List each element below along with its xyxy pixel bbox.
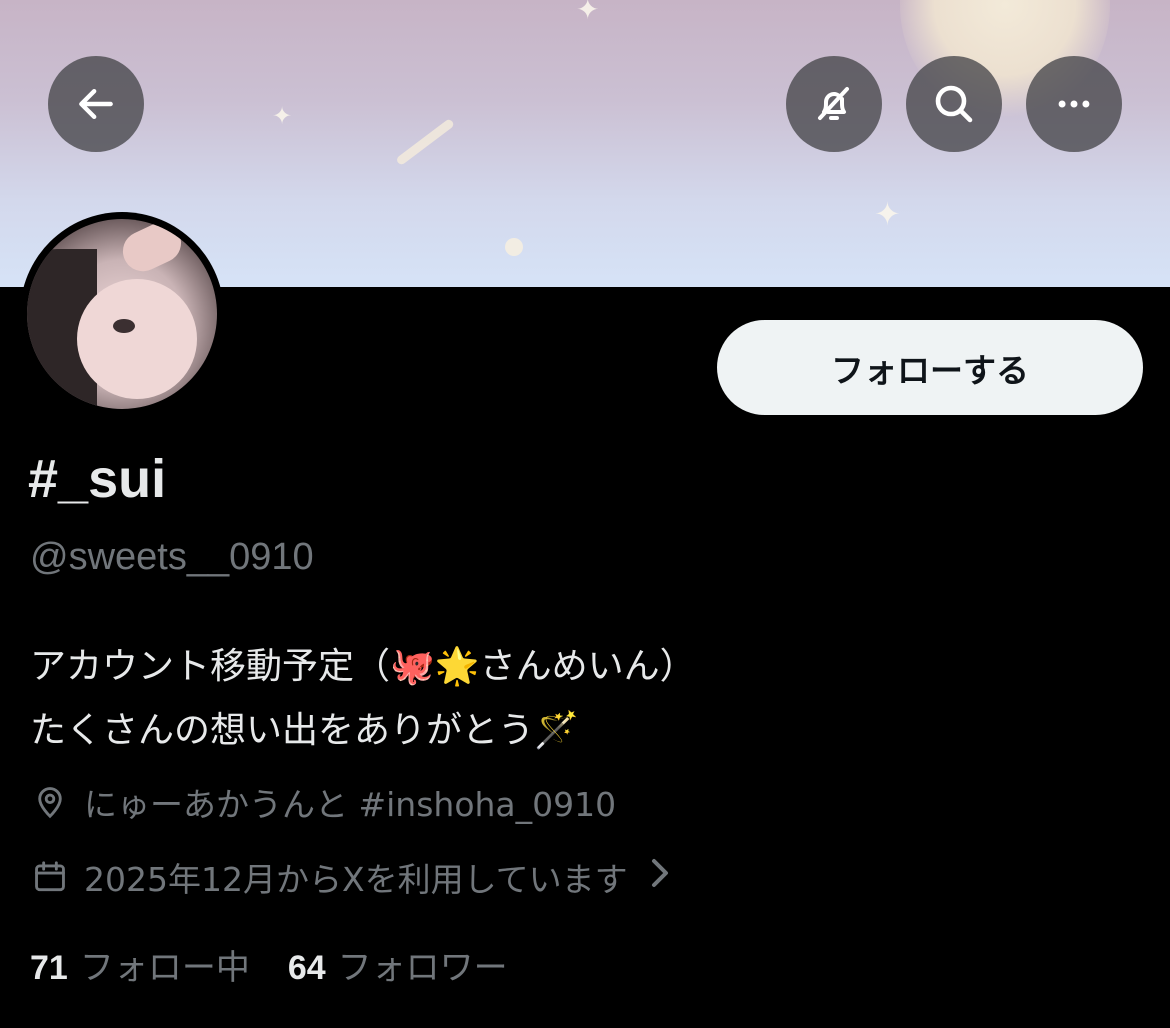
- more-horizontal-icon: [1058, 100, 1090, 108]
- joined-date-text: 2025年12月からXを利用しています: [84, 860, 628, 899]
- location-text[interactable]: にゅーあかうんと #inshoha_0910: [84, 778, 616, 826]
- bio-line: たくさんの想い出をありがとう🪄: [30, 710, 579, 751]
- back-button[interactable]: [48, 56, 144, 152]
- notifications-off-button[interactable]: [786, 56, 882, 152]
- banner-shooting-star: [395, 117, 456, 167]
- avatar-hand: [116, 219, 188, 278]
- avatar-face: [77, 279, 197, 399]
- following-count: 71: [30, 949, 68, 987]
- banner-sparkle: ✦: [272, 102, 293, 130]
- bio-line: アカウント移動予定（🐙🌟さんめいん）: [30, 646, 696, 687]
- chevron-right-icon: [646, 857, 674, 897]
- location-pin-icon: [30, 782, 70, 822]
- banner-sparkle: ✦: [874, 195, 901, 233]
- following-label: フォロー中: [79, 948, 250, 988]
- bell-off-icon: [818, 87, 849, 120]
- banner-dot: [505, 238, 523, 256]
- following-link[interactable]: 71 フォロー中: [30, 940, 250, 989]
- follow-stats: 71 フォロー中 64 フォロワー: [30, 940, 508, 989]
- avatar-border: [20, 212, 224, 416]
- search-icon: [935, 85, 973, 123]
- user-handle: @sweets__0910: [30, 536, 314, 578]
- avatar-eye: [113, 319, 135, 333]
- followers-count: 64: [287, 949, 326, 987]
- followers-link[interactable]: 64 フォロワー: [288, 940, 508, 989]
- followers-label: フォロワー: [337, 948, 508, 988]
- more-button[interactable]: [1026, 56, 1122, 152]
- display-name: #_sui: [28, 449, 167, 509]
- arrow-left-icon: [79, 88, 113, 120]
- follow-button[interactable]: フォローする: [717, 320, 1143, 415]
- location-row: にゅーあかうんと #inshoha_0910: [30, 778, 616, 826]
- banner-sparkle: ✦: [576, 0, 600, 26]
- avatar[interactable]: [27, 219, 217, 409]
- search-button[interactable]: [906, 56, 1002, 152]
- joined-date-row[interactable]: 2025年12月からXを利用しています: [30, 853, 674, 901]
- calendar-icon: [30, 857, 70, 897]
